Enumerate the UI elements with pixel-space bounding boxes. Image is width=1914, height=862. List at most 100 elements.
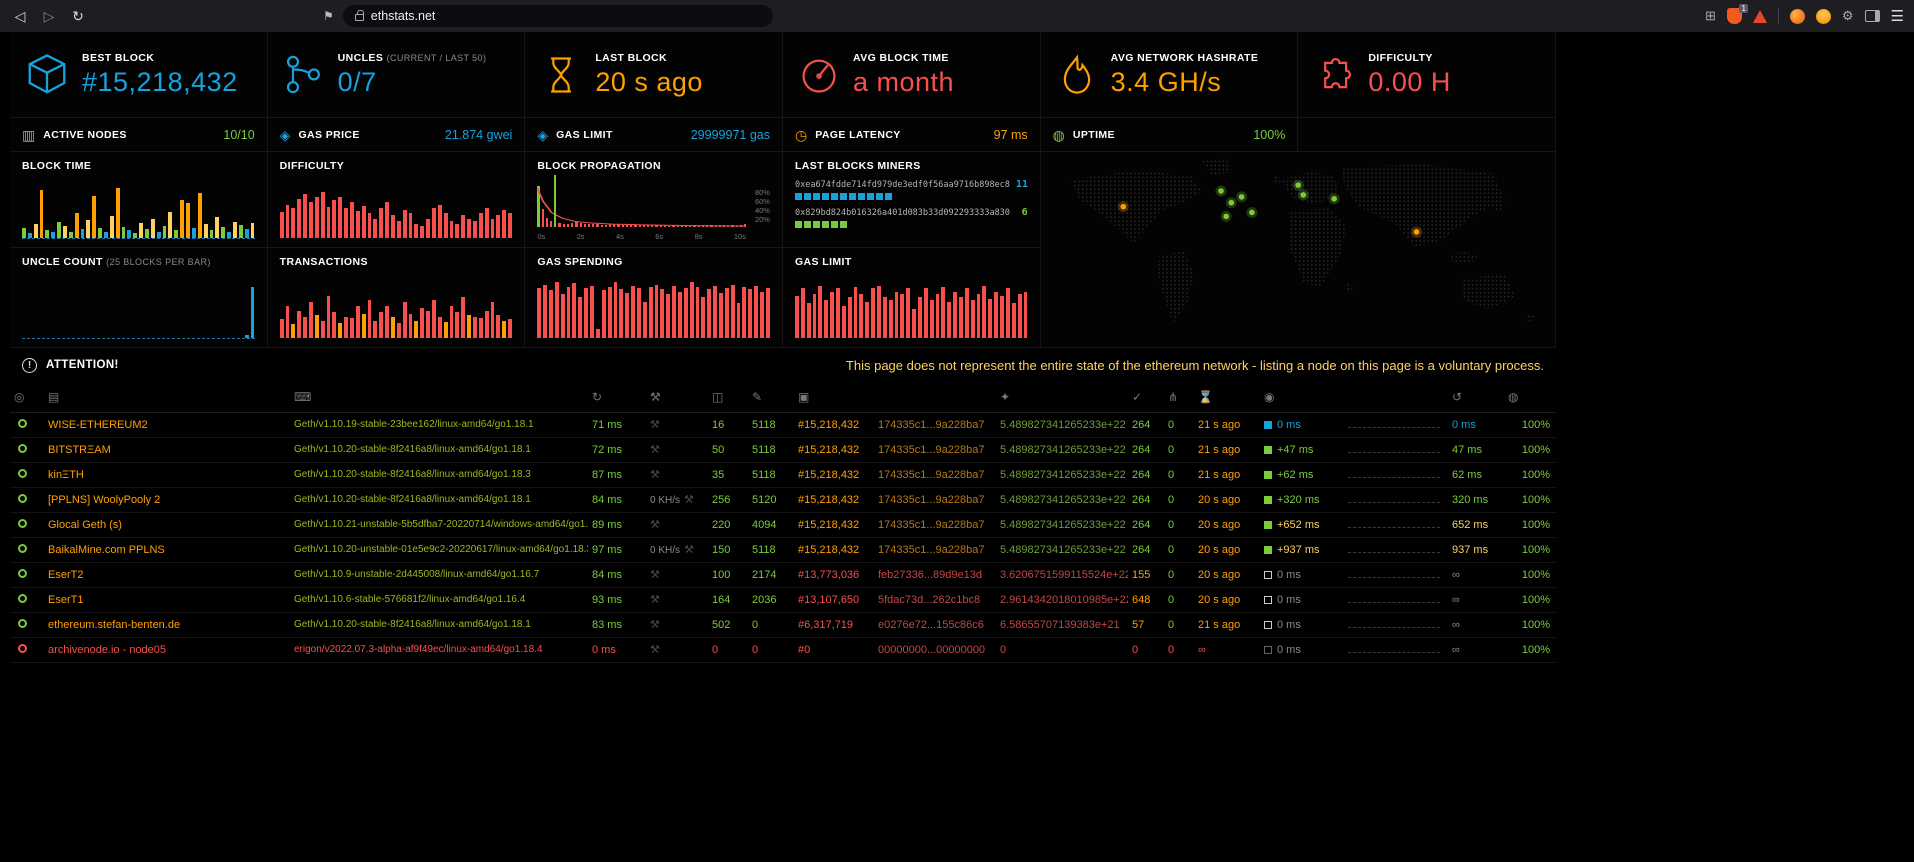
node-status — [10, 462, 44, 487]
chart-bar — [28, 233, 32, 238]
map-node-marker[interactable] — [1413, 229, 1419, 235]
map-node-marker[interactable] — [1228, 200, 1234, 206]
col-block-icon[interactable]: ▣ — [794, 382, 874, 412]
node-type: Geth/v1.10.20-stable-8f2416a8/linux-amd6… — [290, 487, 588, 512]
map-node-marker[interactable] — [1223, 214, 1229, 220]
propagation-x-axis: 0s2s4s6s8s10s — [537, 232, 746, 241]
col-mining-icon[interactable]: ⚒ — [646, 382, 708, 412]
node-last-block-time: 21 s ago — [1194, 412, 1260, 437]
miner-address[interactable]: 0xea674fdde714fd979de3edf0f56aa9716b898e… — [795, 180, 1010, 190]
table-row[interactable]: Glocal Geth (s)Geth/v1.10.21-unstable-5b… — [10, 512, 1556, 537]
stat-uptime: ◍ UPTIME 100% — [1041, 118, 1299, 152]
url-bar[interactable]: ethstats.net — [343, 5, 773, 27]
chart-bar — [315, 315, 319, 338]
node-peers: 16 — [708, 412, 748, 437]
table-row[interactable]: BaikalMine.com PPLNSGeth/v1.10.20-unstab… — [10, 537, 1556, 562]
col-uncles-icon[interactable]: ⋔ — [1164, 382, 1194, 412]
chart-bar — [204, 224, 208, 238]
stat-label: UNCLES — [338, 52, 384, 64]
table-row[interactable]: kinΞTHGeth/v1.10.20-stable-8f2416a8/linu… — [10, 462, 1556, 487]
map-node-marker[interactable] — [1218, 188, 1224, 194]
node-uncles: 0 — [1164, 562, 1194, 587]
table-row[interactable]: [PPLNS] WoolyPooly 2Geth/v1.10.20-stable… — [10, 487, 1556, 512]
col-status-icon[interactable]: ◎ — [10, 382, 44, 412]
chart-bar — [731, 285, 735, 338]
table-row[interactable]: archivenode.io - node05erigon/v2022.07.3… — [10, 637, 1556, 662]
map-node-marker[interactable] — [1249, 210, 1255, 216]
chart-bar — [81, 229, 85, 238]
flame-extension-icon[interactable] — [1816, 9, 1831, 24]
col-propagation-icon[interactable]: ◉ — [1260, 382, 1344, 412]
chart-bar — [485, 311, 489, 338]
puzzle-extensions-icon[interactable]: ⚙ — [1842, 8, 1854, 24]
y-axis-tick: 80% — [755, 189, 770, 197]
chart-bar — [145, 337, 149, 338]
map-node-marker[interactable] — [1120, 204, 1126, 210]
shield-extension-icon[interactable]: 1 — [1727, 8, 1742, 24]
col-node-type-icon[interactable]: ⌨ — [290, 382, 588, 412]
stat-value: 100% — [1253, 128, 1285, 142]
node-propagation-history — [1344, 562, 1448, 587]
col-prop-history[interactable] — [1344, 382, 1448, 412]
back-button[interactable]: ◁ — [10, 8, 30, 25]
propagation-square — [1264, 546, 1272, 554]
bookmark-icon[interactable]: ⚑ — [323, 9, 334, 23]
y-axis-tick: 40% — [755, 207, 770, 215]
stat-gas-limit: ◈ GAS LIMIT 29999971 gas — [525, 118, 783, 152]
reload-button[interactable]: ↻ — [68, 8, 88, 25]
col-peers-icon[interactable]: ◫ — [708, 382, 748, 412]
propagation-history — [1348, 575, 1440, 578]
table-row[interactable]: EserT2Geth/v1.10.9-unstable-2d445008/lin… — [10, 562, 1556, 587]
node-block-hash: 00000000...00000000 — [874, 637, 996, 662]
tab-grid-icon[interactable]: ⊞ — [1705, 8, 1716, 24]
node-status — [10, 412, 44, 437]
chart-bar — [309, 302, 313, 338]
chart-bar — [198, 337, 202, 338]
node-mining: ⚒ — [646, 512, 708, 537]
chart-bar — [473, 317, 477, 338]
col-latency-icon[interactable]: ↻ — [588, 382, 646, 412]
col-pending-icon[interactable]: ✎ — [748, 382, 794, 412]
col-node-icon[interactable]: ▤ — [44, 382, 290, 412]
chart-subtitle: (25 BLOCKS PER BAR) — [106, 257, 211, 267]
fox-extension-icon[interactable] — [1790, 9, 1805, 24]
node-last-block-time: ∞ — [1194, 637, 1260, 662]
chart-bar — [157, 337, 161, 338]
map-node-marker[interactable] — [1238, 194, 1244, 200]
col-difficulty-icon[interactable]: ✦ — [996, 382, 1128, 412]
node-total-difficulty: 5.489827341265233e+22 — [996, 412, 1128, 437]
col-block-hash[interactable] — [874, 382, 996, 412]
miner-address[interactable]: 0x829bd824b016326a401d083b33d092293333a8… — [795, 208, 1010, 218]
col-avg-time-icon[interactable]: ↺ — [1448, 382, 1504, 412]
col-uptime-icon[interactable]: ◍ — [1504, 382, 1556, 412]
node-uncles: 0 — [1164, 587, 1194, 612]
stat-sublabel: (CURRENT / LAST 50) — [387, 53, 487, 63]
map-node-marker[interactable] — [1295, 182, 1301, 188]
node-block-hash: 174335c1...9a228ba7 — [874, 487, 996, 512]
table-row[interactable]: EserT1Geth/v1.10.6-stable-576681f2/linux… — [10, 587, 1556, 612]
map-node-marker[interactable] — [1331, 196, 1337, 202]
node-block-number: #6,317,719 — [794, 612, 874, 637]
chart-bar — [127, 337, 131, 338]
chart-bar — [116, 188, 120, 238]
url-text[interactable]: ethstats.net — [371, 9, 436, 23]
chart-bar — [297, 311, 301, 338]
chart-bar — [315, 197, 319, 238]
node-block-hash: e0276e72...155c86c6 — [874, 612, 996, 637]
map-node-marker[interactable] — [1300, 192, 1306, 198]
pickaxe-icon: ⚒ — [684, 544, 694, 556]
table-row[interactable]: BITSTRΞAMGeth/v1.10.20-stable-8f2416a8/l… — [10, 437, 1556, 462]
col-last-block-icon[interactable]: ⌛ — [1194, 382, 1260, 412]
warning-extension-icon[interactable] — [1753, 10, 1767, 23]
chart-bar — [432, 208, 436, 238]
table-row[interactable]: WISE-ETHEREUM2Geth/v1.10.19-stable-23bee… — [10, 412, 1556, 437]
col-txs-icon[interactable]: ✓ — [1128, 382, 1164, 412]
node-avg-propagation: ∞ — [1448, 637, 1504, 662]
menu-icon[interactable]: ☰ — [1891, 7, 1904, 25]
forward-button[interactable]: ▷ — [39, 8, 59, 25]
chart-bar — [420, 308, 424, 338]
browser-chrome: ◁ ▷ ↻ ⚑ ethstats.net ⊞ 1 ⚙ ☰ — [0, 0, 1914, 32]
chart-bar — [719, 293, 723, 338]
sidebar-toggle-icon[interactable] — [1865, 10, 1880, 22]
table-row[interactable]: ethereum.stefan-benten.deGeth/v1.10.20-s… — [10, 612, 1556, 637]
